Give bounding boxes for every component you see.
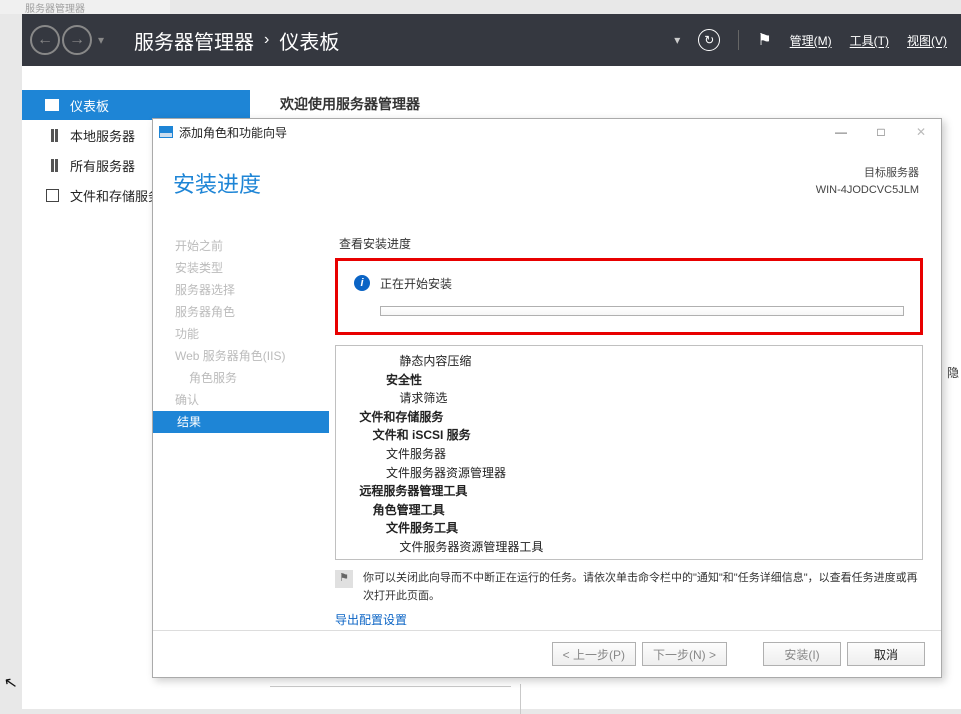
breadcrumb-app: 服务器管理器	[134, 26, 254, 55]
section-label: 查看安装进度	[329, 235, 923, 252]
hidden-panel-tab[interactable]: 隐	[945, 358, 961, 387]
cursor-icon: ↖	[2, 672, 19, 694]
install-button: 安装(I)	[763, 642, 841, 666]
tools-menu[interactable]: 工具(T)	[850, 32, 889, 49]
step-role-services: 角色服务	[153, 367, 329, 389]
nav-forward-icon[interactable]: →	[62, 25, 92, 55]
step-features: 功能	[153, 323, 329, 345]
task-flag-icon: ⚑	[335, 570, 353, 588]
tree-node: 文件服务器资源管理器工具	[346, 538, 912, 557]
step-confirm: 确认	[153, 389, 329, 411]
breadcrumb-page: 仪表板	[279, 26, 339, 55]
nav-back-icon[interactable]: ←	[30, 25, 60, 55]
tree-node: 文件服务工具	[346, 519, 912, 538]
tree-node: 远程服务器管理工具	[346, 482, 912, 501]
welcome-heading: 欢迎使用服务器管理器	[250, 66, 961, 114]
info-icon: i	[354, 275, 370, 291]
status-highlight: i 正在开始安装	[335, 258, 923, 335]
chevron-right-icon: ›	[264, 31, 269, 49]
tree-node: 角色管理工具	[346, 501, 912, 520]
maximize-button[interactable]: □	[861, 120, 901, 144]
note-text: 你可以关闭此向导而不中断正在运行的任务。请依次单击命令栏中的"通知"和"任务详细…	[363, 570, 923, 605]
cancel-button[interactable]: 取消	[847, 642, 925, 666]
dialog-heading: 安装进度	[173, 167, 261, 199]
outer-window-title: 服务器管理器	[0, 0, 170, 14]
install-tree[interactable]: 静态内容压缩 安全性 请求筛选 文件和存储服务 文件和 iSCSI 服务 文件服…	[335, 345, 923, 560]
step-before: 开始之前	[153, 235, 329, 257]
sidebar-item-label: 所有服务器	[70, 156, 135, 175]
wizard-dialog: 添加角色和功能向导 — □ ✕ 安装进度 目标服务器 WIN-4JODCVC5J…	[152, 118, 942, 678]
wizard-steps: 开始之前 安装类型 服务器选择 服务器角色 功能 Web 服务器角色(IIS) …	[153, 145, 329, 630]
dialog-footer: < 上一步(P) 下一步(N) > 安装(I) 取消	[153, 630, 941, 677]
notifications-flag-icon[interactable]: ⚑	[757, 30, 771, 50]
nav-dropdown-icon[interactable]: ▾	[98, 33, 104, 47]
tree-node: 文件服务器	[346, 445, 912, 464]
dashboard-icon	[44, 99, 60, 111]
tree-node: 文件和 iSCSI 服务	[346, 426, 912, 445]
minimize-button[interactable]: —	[821, 120, 861, 144]
step-server-roles: 服务器角色	[153, 301, 329, 323]
file-storage-icon	[44, 189, 60, 202]
export-config-link[interactable]: 导出配置设置	[335, 611, 923, 628]
tree-node: 静态内容压缩	[346, 352, 912, 371]
step-iis: Web 服务器角色(IIS)	[153, 345, 329, 367]
breadcrumb: 服务器管理器 › 仪表板	[134, 26, 339, 55]
dialog-app-icon	[159, 126, 173, 138]
step-results[interactable]: 结果	[153, 411, 329, 433]
tree-node: 安全性	[346, 371, 912, 390]
sidebar-item-label: 文件和存储服务	[70, 186, 161, 205]
step-server-select: 服务器选择	[153, 279, 329, 301]
tree-node: 文件和存储服务	[346, 408, 912, 427]
view-menu[interactable]: 视图(V)	[907, 32, 947, 49]
dialog-title: 添加角色和功能向导	[179, 124, 287, 141]
prev-button: < 上一步(P)	[552, 642, 636, 666]
sidebar-item-label: 本地服务器	[70, 126, 135, 145]
tree-node: 请求筛选	[346, 389, 912, 408]
header-bar: ← → ▾ 服务器管理器 › 仪表板 ▾ ↻ ⚑ 管理(M) 工具(T) 视图(…	[22, 14, 961, 66]
header-dropdown-icon[interactable]: ▾	[674, 33, 680, 47]
progress-bar	[380, 306, 904, 316]
tree-node: 文件服务器资源管理器	[346, 464, 912, 483]
servers-icon	[44, 159, 60, 172]
step-type: 安装类型	[153, 257, 329, 279]
sidebar-item-dashboard[interactable]: 仪表板	[22, 90, 250, 120]
server-icon	[44, 129, 60, 142]
sidebar-item-label: 仪表板	[70, 96, 109, 115]
next-button: 下一步(N) >	[642, 642, 727, 666]
close-button[interactable]: ✕	[901, 120, 941, 144]
refresh-icon[interactable]: ↻	[698, 29, 720, 51]
manage-menu[interactable]: 管理(M)	[790, 32, 832, 49]
status-message: 正在开始安装	[380, 275, 452, 292]
dialog-main: 查看安装进度 i 正在开始安装 静态内容压缩 安全性 请求筛选 文件和存储服务 …	[329, 145, 941, 630]
dialog-titlebar[interactable]: 添加角色和功能向导 — □ ✕	[153, 119, 941, 145]
divider	[738, 30, 739, 50]
